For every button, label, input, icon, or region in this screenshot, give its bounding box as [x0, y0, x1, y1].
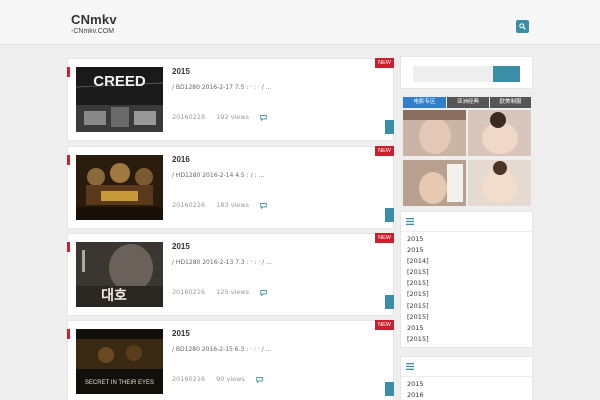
- list-item[interactable]: 2015: [407, 234, 532, 245]
- thumb-text: SECRET IN THEIR EYES: [85, 380, 154, 386]
- gallery-image[interactable]: [468, 110, 531, 156]
- thumb-text: 대호: [101, 288, 127, 304]
- site-header: CNmkv -CNmkv.COM: [0, 0, 600, 45]
- gallery-image[interactable]: [468, 160, 531, 206]
- sidebar-tabs: 电影专区 亚洲经典 欧美制服: [403, 97, 531, 108]
- new-badge: NEW: [375, 58, 394, 68]
- read-more-tab[interactable]: [385, 382, 394, 396]
- post-thumbnail[interactable]: [76, 155, 163, 220]
- comment-icon[interactable]: [260, 114, 267, 121]
- post-meta: 20160218 192 views: [172, 113, 267, 121]
- new-badge: NEW: [375, 320, 394, 330]
- post-card: CREED 2015 / BD1280 2016-2-17 7.5 : · : …: [67, 58, 394, 141]
- post-date: 20160216: [172, 201, 206, 209]
- post-excerpt: / HD1280 2016-2-13 7.3 : · : · / ...: [172, 259, 272, 266]
- read-more-tab[interactable]: [385, 295, 394, 309]
- post-views: 183 views: [216, 201, 249, 209]
- post-excerpt: / BD1280 2016-2-17 7.5 : · : · / ...: [172, 84, 272, 91]
- list-item[interactable]: [2014]: [407, 256, 532, 267]
- post-marker: [67, 67, 70, 77]
- post-meta: 20160216 125 views: [172, 288, 267, 296]
- list-item[interactable]: [2015]: [407, 278, 532, 289]
- post-card: 2016 / HD1280 2016-2-14 4.5 : / : ... 20…: [67, 146, 394, 229]
- post-title[interactable]: 2016: [172, 155, 190, 164]
- sidebar-search-button[interactable]: [493, 66, 520, 82]
- new-badge: NEW: [375, 146, 394, 156]
- tab-movies[interactable]: 电影专区: [403, 97, 446, 108]
- post-excerpt: / BD1280 2016-2-15 6.3 : · : · / ...: [172, 346, 272, 353]
- list-item[interactable]: 2015: [407, 245, 532, 256]
- comment-icon[interactable]: [260, 202, 267, 209]
- menu-icon: [406, 363, 414, 370]
- post-views: 90 views: [216, 375, 245, 383]
- site-description: -CNmkv.COM: [71, 28, 115, 35]
- widget-header: [401, 357, 532, 377]
- post-title[interactable]: 2015: [172, 329, 190, 338]
- post-marker: [67, 242, 70, 252]
- sidebar-search-input[interactable]: [413, 66, 493, 82]
- post-marker: [67, 155, 70, 165]
- list-item[interactable]: 2015: [407, 323, 532, 334]
- tab-western[interactable]: 欧美制服: [490, 97, 531, 108]
- post-excerpt: / HD1280 2016-2-14 4.5 : / : ...: [172, 172, 265, 179]
- post-card: SECRET IN THEIR EYES 2015 / BD1280 2016-…: [67, 320, 394, 400]
- list-item[interactable]: [2015]: [407, 312, 532, 323]
- list-item[interactable]: [2015]: [407, 334, 532, 345]
- image-gallery: [403, 110, 531, 206]
- post-meta: 20160216 183 views: [172, 201, 267, 209]
- list-item[interactable]: 2016: [407, 390, 532, 400]
- post-thumbnail[interactable]: 대호: [76, 242, 163, 307]
- sidebar-search-widget: [400, 56, 533, 89]
- site-title[interactable]: CNmkv: [71, 12, 117, 27]
- recent-widget: 2015 2016: [400, 356, 533, 400]
- search-button[interactable]: [516, 20, 529, 33]
- post-date: 20160218: [172, 113, 206, 121]
- gallery-image[interactable]: [403, 110, 466, 156]
- archive-widget: 2015 2015 [2014] [2015] [2015] [2015] [2…: [400, 211, 533, 348]
- post-date: 20160216: [172, 375, 206, 383]
- menu-icon: [406, 218, 414, 225]
- post-title[interactable]: 2015: [172, 67, 190, 76]
- widget-list: 2015 2015 [2014] [2015] [2015] [2015] [2…: [401, 232, 532, 345]
- tab-asia[interactable]: 亚洲经典: [447, 97, 489, 108]
- list-item[interactable]: [2015]: [407, 267, 532, 278]
- comment-icon[interactable]: [256, 376, 263, 383]
- post-thumbnail[interactable]: CREED: [76, 67, 163, 132]
- post-views: 192 views: [216, 113, 249, 121]
- search-icon: [519, 23, 526, 30]
- post-meta: 20160216 90 views: [172, 375, 263, 383]
- gallery-image[interactable]: [403, 160, 466, 206]
- list-item[interactable]: [2015]: [407, 301, 532, 312]
- read-more-tab[interactable]: [385, 120, 394, 134]
- list-item[interactable]: [2015]: [407, 289, 532, 300]
- post-views: 125 views: [216, 288, 249, 296]
- widget-header: [401, 212, 532, 232]
- new-badge: NEW: [375, 233, 394, 243]
- post-title[interactable]: 2015: [172, 242, 190, 251]
- comment-icon[interactable]: [260, 289, 267, 296]
- post-date: 20160216: [172, 288, 206, 296]
- list-item[interactable]: 2015: [407, 379, 532, 390]
- widget-list: 2015 2016: [401, 377, 532, 400]
- post-marker: [67, 329, 70, 339]
- post-card: 대호 2015 / HD1280 2016-2-13 7.3 : · : · /…: [67, 233, 394, 316]
- post-thumbnail[interactable]: SECRET IN THEIR EYES: [76, 329, 163, 394]
- thumb-text: CREED: [93, 73, 146, 90]
- read-more-tab[interactable]: [385, 208, 394, 222]
